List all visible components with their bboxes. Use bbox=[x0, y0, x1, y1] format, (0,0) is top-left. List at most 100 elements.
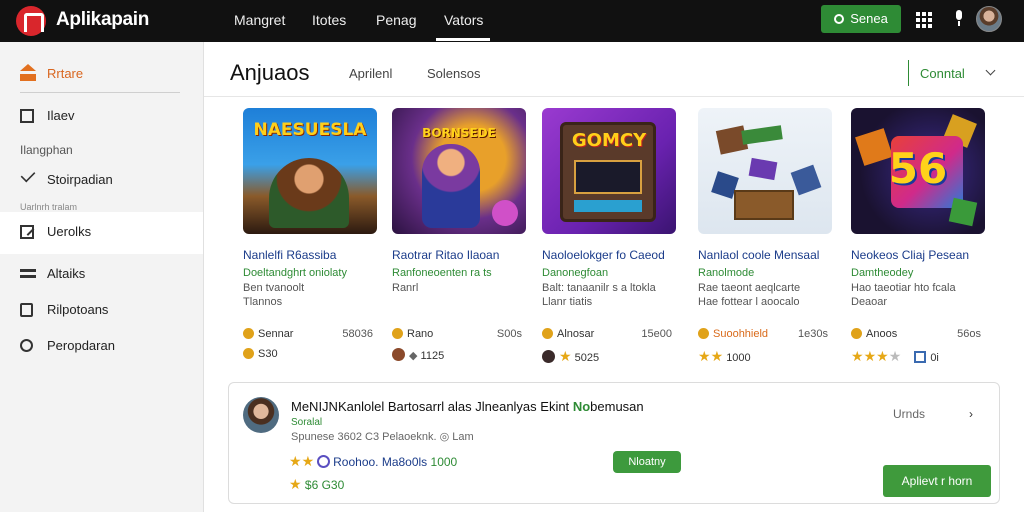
card-description: Hao taeotiar hto fcala bbox=[851, 282, 956, 294]
square-icon bbox=[20, 109, 34, 123]
control-dropdown-button[interactable]: Conntal bbox=[920, 66, 965, 81]
chevron-down-icon[interactable] bbox=[985, 65, 996, 76]
nav-item-4-active[interactable]: Vators bbox=[444, 12, 483, 28]
apps-grid-icon[interactable] bbox=[916, 12, 932, 28]
coin-icon bbox=[392, 328, 403, 339]
app-thumbnail[interactable]: GOMCY bbox=[542, 108, 676, 234]
sidebar-item-6[interactable]: Rilpotoans bbox=[0, 290, 203, 330]
tab-2[interactable]: Solensos bbox=[427, 66, 480, 81]
nav-item-2[interactable]: Itotes bbox=[312, 12, 346, 28]
page-title: Anjuaos bbox=[230, 60, 310, 85]
card-title[interactable]: Neokeos Cliaj Pesean bbox=[851, 248, 969, 262]
card-meta: Alnosar 15e00 bbox=[542, 328, 672, 340]
sidebar-item-home[interactable]: Rrtare bbox=[0, 54, 203, 94]
rating-value: 1000 bbox=[726, 352, 751, 364]
diamond-icon: ◆ bbox=[409, 350, 418, 362]
app-name[interactable]: Aplikapain bbox=[56, 9, 149, 31]
card-description-2: Deaoar bbox=[851, 296, 888, 308]
sidebar-section-label-2: Uarlnrh tralam bbox=[20, 202, 78, 212]
sidebar-item-4[interactable]: Uerolks bbox=[0, 212, 203, 254]
card-description: Balt: tanaanilr s a ltokla bbox=[542, 282, 656, 294]
sidebar-item-5[interactable]: Altaiks bbox=[0, 254, 203, 294]
panel-title: MeNIJNKanlolel Bartosarrl alas Jlneanlya… bbox=[291, 399, 644, 414]
card-title[interactable]: Nanlelfi R6assiba bbox=[243, 248, 336, 262]
card-description: Ben tvanoolt bbox=[243, 282, 305, 294]
app-thumbnail[interactable] bbox=[698, 108, 832, 234]
star-icon: ★ bbox=[876, 348, 889, 364]
chevron-icon bbox=[20, 167, 36, 183]
panel-title-end: bemusan bbox=[590, 399, 644, 414]
nav-item-1[interactable]: Mangret bbox=[234, 12, 285, 28]
card-description: Rae taeont aeqlcarte bbox=[698, 282, 801, 294]
card-title[interactable]: Nanlaol coole Mensaal bbox=[698, 248, 819, 262]
apply-button[interactable]: Aplievt r horn bbox=[883, 465, 991, 497]
app-thumbnail[interactable]: NAESUESLA bbox=[243, 108, 377, 234]
sidebar-item-label: Rilpotoans bbox=[47, 302, 109, 317]
card-title[interactable]: Naoloelokger fo Caeod bbox=[542, 248, 665, 262]
card-rating: ★★★★ 0i bbox=[851, 348, 939, 365]
sidebar-item-label: Uerolks bbox=[47, 224, 92, 239]
sidebar-item-7[interactable]: Peropdaran bbox=[0, 326, 203, 366]
coin-icon bbox=[542, 328, 553, 339]
sidebar-item-2[interactable]: Ilaev bbox=[0, 96, 203, 136]
active-nav-indicator bbox=[436, 38, 490, 41]
library-icon bbox=[20, 267, 36, 281]
meta-label: Suoohhield bbox=[713, 328, 769, 340]
rating-value: S30 bbox=[258, 348, 278, 360]
sidebar-item-label: Altaiks bbox=[47, 266, 86, 281]
tab-1[interactable]: Aprilenl bbox=[349, 66, 392, 81]
card-rating: ★ 5025 bbox=[542, 348, 599, 365]
card-rating: ◆ 1125 bbox=[392, 348, 444, 362]
app-logo-icon[interactable] bbox=[16, 6, 46, 36]
header-separator bbox=[908, 60, 909, 86]
app-thumbnail[interactable]: 56 bbox=[851, 108, 985, 234]
featured-panel: MeNIJNKanlolel Bartosarrl alas Jlneanlya… bbox=[228, 382, 1000, 504]
star-icon: ★ bbox=[698, 348, 711, 364]
header-divider bbox=[204, 96, 1024, 97]
microphone-icon[interactable] bbox=[954, 10, 964, 26]
thumbnail-text: NAESUESLA bbox=[253, 120, 367, 140]
top-cta-button[interactable]: Senea bbox=[821, 5, 901, 33]
nav-item-3[interactable]: Penag bbox=[376, 12, 416, 28]
rating-value: 0i bbox=[930, 352, 939, 364]
app-card[interactable]: NAESUESLA Nanlelfi R6assiba Doeltandghrt… bbox=[243, 108, 385, 370]
card-description-2: Llanr tiatis bbox=[542, 296, 593, 308]
panel-meta: Spunese 3602 C3 Pelaoeknk. ◎ Lam bbox=[291, 431, 474, 443]
circle-icon bbox=[834, 14, 845, 24]
card-subtitle: Ranolmode bbox=[698, 267, 755, 279]
sidebar: Rrtare Ilaev Ilangphan Stoirpadian Uarln… bbox=[0, 42, 204, 512]
panel-status-pill[interactable]: Nloatny bbox=[613, 451, 681, 473]
panel-info-value: 1000 bbox=[430, 455, 458, 469]
card-meta: Suoohhield 1e30s bbox=[698, 328, 828, 340]
card-title[interactable]: Raotrar Ritao Ilaoan bbox=[392, 248, 499, 262]
meta-count: 15e00 bbox=[641, 328, 672, 340]
star-icon: ★ bbox=[289, 476, 302, 492]
star-icon: ★ bbox=[710, 348, 724, 364]
sidebar-item-3[interactable]: Stoirpadian bbox=[0, 160, 203, 200]
app-card[interactable]: BORNSEDE Raotrar Ritao Ilaoan Ranfoneoen… bbox=[392, 108, 534, 370]
app-card[interactable]: GOMCY Naoloelokger fo Caeod Danonegfoan … bbox=[542, 108, 684, 370]
star-icon: ★ bbox=[559, 348, 572, 364]
meta-label: Sennar bbox=[258, 328, 294, 340]
top-cta-label: Senea bbox=[850, 11, 888, 26]
app-thumbnail[interactable]: BORNSEDE bbox=[392, 108, 526, 234]
app-card[interactable]: 56 Neokeos Cliaj Pesean Damtheodey Hao t… bbox=[851, 108, 993, 370]
meta-label: Alnosar bbox=[557, 328, 595, 340]
app-card[interactable]: Nanlaol coole Mensaal Ranolmode Rae taeo… bbox=[698, 108, 840, 370]
panel-side-link[interactable]: Urnds bbox=[893, 407, 925, 421]
card-subtitle: Danonegfoan bbox=[542, 267, 609, 279]
panel-avatar[interactable] bbox=[243, 397, 279, 433]
thumbnail-text: BORNSEDE bbox=[422, 126, 496, 140]
sidebar-item-label: Stoirpadian bbox=[47, 172, 113, 187]
meta-count: 58036 bbox=[342, 328, 373, 340]
info-circle-icon bbox=[317, 455, 331, 468]
card-description-2: Hae fottear l aoocalo bbox=[698, 296, 800, 308]
card-subtitle: Ranfoneoenten ra ts bbox=[392, 267, 492, 279]
chevron-right-icon[interactable]: › bbox=[969, 407, 973, 421]
star-icon: ★ bbox=[301, 453, 315, 469]
panel-info-text: Roohoo. Ma8o0ls bbox=[333, 455, 428, 469]
star-icon: ★ bbox=[289, 453, 302, 469]
user-avatar[interactable] bbox=[976, 6, 1002, 32]
meta-label: Anoos bbox=[866, 328, 898, 340]
coin-icon bbox=[243, 328, 254, 339]
